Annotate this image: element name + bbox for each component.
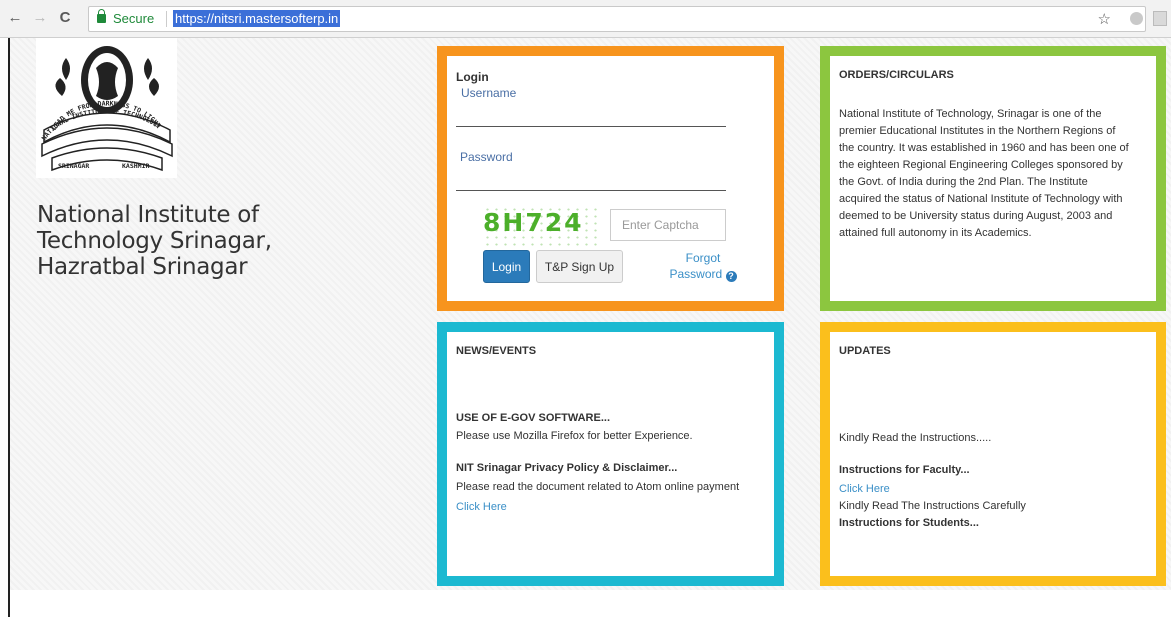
orders-line: premier Educational Institutes in the No… bbox=[839, 125, 1116, 137]
extension-icon[interactable] bbox=[1130, 12, 1143, 25]
address-separator bbox=[166, 11, 167, 27]
orders-line: attained full autonomy in its Academics. bbox=[839, 227, 1032, 239]
forgot-line2: Password bbox=[669, 267, 723, 281]
login-heading: Login bbox=[456, 70, 489, 84]
reload-button[interactable]: C bbox=[56, 9, 74, 27]
orders-panel: ORDERS/CIRCULARS National Institute of T… bbox=[820, 46, 1166, 311]
browser-toolbar: ← → C Secure https://nitsri.mastersofter… bbox=[0, 0, 1171, 38]
tp-signup-button[interactable]: T&P Sign Up bbox=[536, 250, 623, 283]
news-click-here-link[interactable]: Click Here bbox=[456, 501, 507, 513]
orders-text: National Institute of Technology, Srinag… bbox=[839, 106, 1159, 242]
username-input[interactable] bbox=[456, 102, 726, 126]
login-panel: Login Username Password 8H724 Login T&P … bbox=[437, 46, 784, 311]
orders-line: acquired the status of National Institut… bbox=[839, 193, 1123, 205]
faculty-click-here-link[interactable]: Click Here bbox=[839, 483, 890, 495]
institute-logo: LEAD ME FROM DARKNESS TO LIGHT NATIONAL … bbox=[36, 38, 177, 178]
orders-line: deemed to be University status during Au… bbox=[839, 210, 1113, 222]
news-title: NEWS/EVENTS bbox=[456, 345, 537, 357]
news-item2-text: Please read the document related to Atom… bbox=[456, 481, 740, 493]
bookmark-star-icon[interactable]: ☆ bbox=[1098, 10, 1111, 28]
username-label: Username bbox=[461, 86, 517, 100]
password-input[interactable] bbox=[456, 166, 726, 190]
page-footer-space bbox=[10, 590, 1171, 617]
news-item1-text: Please use Mozilla Firefox for better Ex… bbox=[456, 430, 693, 442]
news-item1-title: USE OF E-GOV SOFTWARE... bbox=[456, 412, 611, 424]
students-instructions-title: Instructions for Students... bbox=[839, 517, 979, 529]
institute-name-line1: National Institute of bbox=[37, 202, 259, 228]
extension-icon-2[interactable] bbox=[1153, 11, 1167, 26]
updates-panel: UPDATES Kindly Read the Instructions....… bbox=[820, 322, 1166, 586]
updates-title: UPDATES bbox=[839, 345, 891, 357]
institute-name-line3: Hazratbal Srinagar bbox=[37, 254, 248, 280]
logo-city-left: SRINAGAR bbox=[58, 162, 89, 170]
password-label: Password bbox=[460, 150, 513, 164]
orders-line: the country. It was established in 1960 … bbox=[839, 142, 1129, 154]
orders-title: ORDERS/CIRCULARS bbox=[839, 69, 954, 81]
back-button[interactable]: ← bbox=[6, 9, 24, 27]
news-item2-title: NIT Srinagar Privacy Policy & Disclaimer… bbox=[456, 462, 678, 474]
url-text[interactable]: https://nitsri.mastersofterp.in bbox=[173, 10, 341, 27]
orders-line: National Institute of Technology, Srinag… bbox=[839, 108, 1102, 120]
faculty-instructions-text: Kindly Read The Instructions Carefully bbox=[839, 500, 1026, 512]
updates-intro: Kindly Read the Instructions..... bbox=[839, 432, 992, 444]
orders-line: the Govt. of India during the 2nd Plan. … bbox=[839, 176, 1088, 188]
captcha-input[interactable] bbox=[610, 209, 726, 241]
orders-line: the eighteen Regional Engineering Colleg… bbox=[839, 159, 1123, 171]
nit-emblem-icon: LEAD ME FROM DARKNESS TO LIGHT NATIONAL … bbox=[40, 46, 173, 172]
forgot-password-link[interactable]: Forgot Password ? bbox=[658, 250, 748, 282]
logo-city-right: KASHMIR bbox=[122, 162, 149, 170]
password-underline bbox=[456, 190, 726, 191]
secure-label: Secure bbox=[113, 11, 155, 26]
lock-icon bbox=[97, 9, 106, 23]
faculty-instructions-title: Instructions for Faculty... bbox=[839, 464, 970, 476]
login-button[interactable]: Login bbox=[483, 250, 530, 283]
help-icon[interactable]: ? bbox=[725, 271, 737, 282]
forward-button[interactable]: → bbox=[31, 9, 49, 27]
forgot-line1: Forgot bbox=[685, 251, 721, 265]
username-underline bbox=[456, 126, 726, 127]
institute-name-line2: Technology Srinagar, bbox=[37, 228, 272, 254]
address-bar[interactable]: Secure https://nitsri.mastersofterp.in ☆ bbox=[88, 6, 1146, 32]
news-panel: NEWS/EVENTS USE OF E-GOV SOFTWARE... Ple… bbox=[437, 322, 784, 586]
institute-name: National Institute of Technology Srinaga… bbox=[37, 202, 337, 280]
captcha-image: 8H724 bbox=[483, 208, 584, 237]
